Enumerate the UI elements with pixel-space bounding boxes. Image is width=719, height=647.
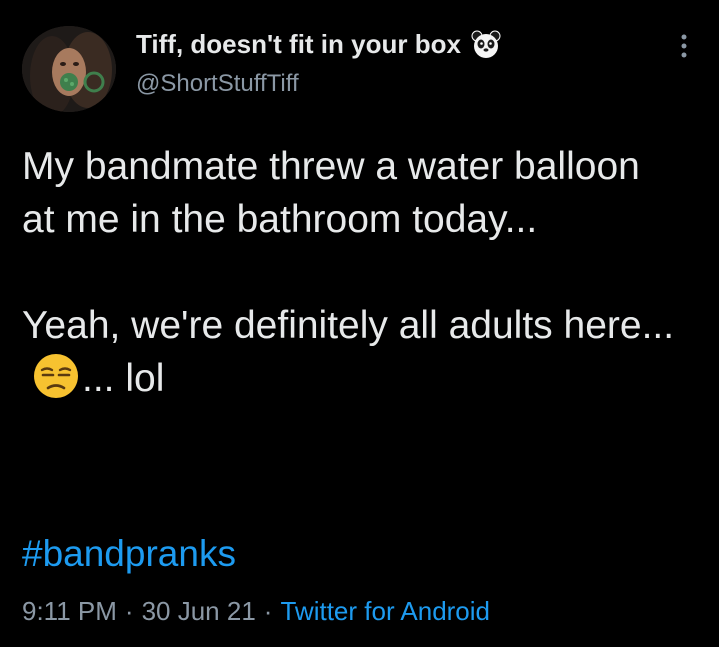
avatar[interactable] [22,26,116,112]
display-name[interactable]: Tiff, doesn't fit in your box [136,29,461,60]
meta-separator: · [263,596,273,626]
tweet-text: My bandmate threw a water balloon at me … [22,140,682,405]
meta-separator: · [124,596,134,626]
author-handle[interactable]: @ShortStuffTiff [136,70,299,98]
tweet-text-before-emoji: Yeah, we're definitely all adults here..… [22,304,675,347]
panda-face-icon [471,29,501,59]
tweet-detail: Tiff, doesn't fit in your box @ShortStuf… [0,0,719,647]
tweet-meta: 9:11 PM · 30 Jun 21 · Twitter for Android [22,596,490,627]
tweet-source-link[interactable]: Twitter for Android [280,596,490,626]
paragraph-break [22,246,682,299]
tweet-text-paragraph-2: Yeah, we're definitely all adults here..… [22,299,682,405]
more-options-icon[interactable] [674,33,694,59]
tweet-text-after-emoji: ... lol [82,357,165,400]
tweet-time[interactable]: 9:11 PM [22,596,117,626]
tweet-date[interactable]: 30 Jun 21 [142,596,256,626]
tweet-text-paragraph-1: My bandmate threw a water balloon at me … [22,145,640,241]
unamused-face-icon [32,352,80,400]
hashtag-link[interactable]: #bandpranks [22,533,236,575]
author-name-row[interactable]: Tiff, doesn't fit in your box [136,26,501,62]
